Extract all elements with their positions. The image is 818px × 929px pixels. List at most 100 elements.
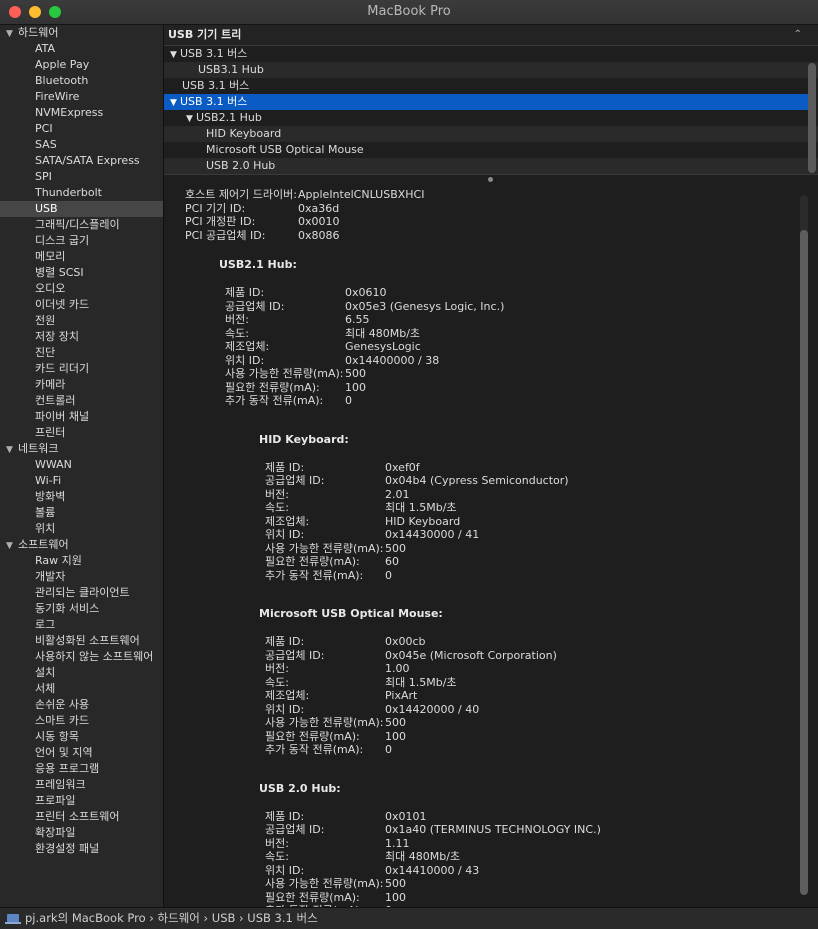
sidebar-item[interactable]: 위치 (0, 521, 163, 537)
sidebar-item[interactable]: Thunderbolt (0, 185, 163, 201)
sidebar-item[interactable]: 환경설정 패널 (0, 841, 163, 857)
property-key: 필요한 전류량(mA): (225, 380, 320, 394)
sidebar-item-label: 병렬 SCSI (35, 266, 84, 279)
sidebar-item[interactable]: 프린터 소프트웨어 (0, 809, 163, 825)
sidebar-item[interactable]: WWAN (0, 457, 163, 473)
sidebar-item[interactable]: 시동 항목 (0, 729, 163, 745)
sidebar-item[interactable]: 응용 프로그램 (0, 761, 163, 777)
sidebar-item[interactable]: 프레임워크 (0, 777, 163, 793)
sidebar-item-label: Thunderbolt (35, 186, 102, 199)
property-value: 0x14410000 / 43 (385, 863, 480, 877)
property-key: 속도: (265, 675, 289, 689)
sidebar-item[interactable]: SPI (0, 169, 163, 185)
sidebar-item[interactable]: 스마트 카드 (0, 713, 163, 729)
sidebar-item-label: WWAN (35, 458, 72, 471)
tree-row[interactable]: ▼ USB2.1 Hub (164, 110, 818, 126)
sidebar-item[interactable]: 이더넷 카드 (0, 297, 163, 313)
property-value: HID Keyboard (385, 514, 461, 528)
sidebar-item-label: 응용 프로그램 (35, 762, 100, 775)
property-key: 제품 ID: (265, 635, 305, 648)
sidebar-item-label: 전원 (35, 314, 56, 327)
sidebar-group[interactable]: ▼ 네트워크 (0, 441, 163, 457)
sidebar-item[interactable]: 오디오 (0, 281, 163, 297)
sidebar-item-label: Apple Pay (35, 58, 90, 71)
property-key: 사용 가능한 전류량(mA): (265, 716, 384, 729)
sidebar-item[interactable]: Bluetooth (0, 73, 163, 89)
property-key: 공급업체 ID: (265, 474, 325, 487)
chevron-up-icon[interactable]: ⌃ (794, 25, 802, 45)
tree-row[interactable]: Microsoft USB Optical Mouse (164, 142, 818, 158)
property-key: 버전: (225, 313, 249, 326)
tree-row[interactable]: USB 3.1 버스 (164, 78, 818, 94)
sidebar-item[interactable]: 손쉬운 사용 (0, 697, 163, 713)
sidebar-item[interactable]: 볼륨 (0, 505, 163, 521)
sidebar-item[interactable]: 방화벽 (0, 489, 163, 505)
tree-scrollbar[interactable] (808, 63, 816, 173)
disclosure-triangle-icon[interactable]: ▼ (6, 442, 18, 457)
sidebar-item[interactable]: FireWire (0, 89, 163, 105)
sidebar-item[interactable]: 파이버 채널 (0, 409, 163, 425)
sidebar-item-label: 네트워크 (18, 442, 59, 455)
sidebar-item-label: 오디오 (35, 282, 66, 295)
sidebar-item[interactable]: 비활성화된 소프트웨어 (0, 633, 163, 649)
sidebar-item[interactable]: 확장파일 (0, 825, 163, 841)
detail-scrollbar-thumb[interactable] (800, 230, 808, 895)
sidebar-item[interactable]: 디스크 굽기 (0, 233, 163, 249)
property-key: 제조업체: (225, 340, 270, 353)
sidebar-item[interactable]: 컨트롤러 (0, 393, 163, 409)
sidebar-item-label: 프린터 소프트웨어 (35, 810, 120, 823)
sidebar-item-label: SPI (35, 170, 52, 183)
sidebar-item[interactable]: Apple Pay (0, 57, 163, 73)
property-key: 버전: (265, 836, 289, 850)
tree-rows: ▼ USB 3.1 버스 USB3.1 Hub USB 3.1 버스 ▼ USB 3.1 … (164, 46, 818, 174)
sidebar-item[interactable]: 저장 장치 (0, 329, 163, 345)
sidebar-item[interactable]: 프린터 (0, 425, 163, 441)
sidebar-item[interactable]: 그래픽/디스플레이 (0, 217, 163, 233)
sidebar-item[interactable]: 카드 리더기 (0, 361, 163, 377)
sidebar-item[interactable]: NVMExpress (0, 105, 163, 121)
sidebar-item[interactable]: 사용하지 않는 소프트웨어 (0, 649, 163, 665)
sidebar-item[interactable]: 설치 (0, 665, 163, 681)
sidebar-item[interactable]: 서체 (0, 681, 163, 697)
property-key: 필요한 전류량(mA): (265, 890, 360, 904)
disclosure-triangle-icon[interactable]: ▼ (6, 26, 18, 41)
sidebar-item[interactable]: 개발자 (0, 569, 163, 585)
tree-row[interactable]: ▼ USB 3.1 버스 (164, 94, 810, 110)
sidebar-item[interactable]: 메모리 (0, 249, 163, 265)
disclosure-triangle-icon[interactable]: ▼ (170, 47, 180, 63)
sidebar-item[interactable]: 병렬 SCSI (0, 265, 163, 281)
sidebar-item[interactable]: 관리되는 클라이언트 (0, 585, 163, 601)
sidebar-item[interactable]: 진단 (0, 345, 163, 361)
sidebar-item[interactable]: Wi-Fi (0, 473, 163, 489)
sidebar-item[interactable]: 프로파일 (0, 793, 163, 809)
sidebar-item[interactable]: 동기화 서비스 (0, 601, 163, 617)
sidebar-item[interactable]: SAS (0, 137, 163, 153)
sidebar-item[interactable]: PCI (0, 121, 163, 137)
sidebar-item[interactable]: Raw 지원 (0, 553, 163, 569)
split-view-divider[interactable] (164, 174, 818, 185)
sidebar-item-label: 메모리 (35, 250, 66, 263)
sidebar-group[interactable]: ▼ 하드웨어 (0, 25, 163, 41)
breadcrumb[interactable]: pj.ark의 MacBook Pro › 하드웨어 › USB › USB 3… (25, 908, 318, 929)
sidebar-item[interactable]: ATA (0, 41, 163, 57)
tree-row[interactable]: USB 2.0 Hub (164, 158, 818, 174)
sidebar-group[interactable]: ▼ 소프트웨어 (0, 537, 163, 553)
disclosure-triangle-icon[interactable]: ▼ (186, 111, 196, 127)
sidebar-item-label: 프레임워크 (35, 778, 86, 791)
disclosure-triangle-icon[interactable]: ▼ (6, 538, 18, 553)
divider-handle-icon[interactable] (488, 177, 493, 182)
sidebar-item[interactable]: 전원 (0, 313, 163, 329)
tree-row[interactable]: ▼ USB 3.1 버스 (164, 46, 810, 62)
disclosure-triangle-icon[interactable]: ▼ (170, 95, 180, 111)
sidebar-item[interactable]: 로그 (0, 617, 163, 633)
sidebar-item[interactable]: 카메라 (0, 377, 163, 393)
property-value: 100 (385, 729, 406, 743)
tree-header[interactable]: USB 기기 트리 ⌃ (164, 25, 818, 46)
tree-row[interactable]: USB3.1 Hub (164, 62, 818, 78)
sidebar-item[interactable]: 언어 및 지역 (0, 745, 163, 761)
property-value: 0 (345, 394, 352, 407)
sidebar-item[interactable]: USB (0, 201, 163, 217)
sidebar-item[interactable]: SATA/SATA Express (0, 153, 163, 169)
sidebar-item-label: 로그 (35, 618, 56, 631)
tree-row[interactable]: HID Keyboard (164, 126, 818, 142)
